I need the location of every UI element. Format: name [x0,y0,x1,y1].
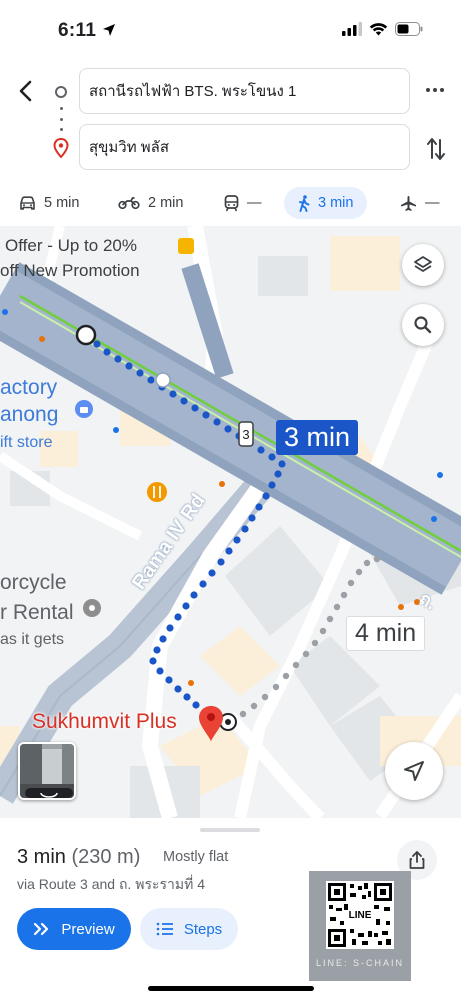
origin-field[interactable]: สถานีรถไฟฟ้า BTS. พระโขนง 1 [79,68,410,114]
walk-icon [299,194,310,212]
mode-transit-label: — [247,195,262,211]
map-label-as-it-gets: as it gets [0,631,65,648]
mode-drive-label: 5 min [44,195,80,211]
origin-dot-icon [55,86,67,98]
street-view-thumbnail[interactable] [18,742,76,800]
home-indicator[interactable] [148,986,314,991]
svg-text:LINE: LINE [349,910,372,921]
car-icon [20,195,35,210]
back-button[interactable] [12,76,38,106]
restaurant-icon[interactable] [147,482,167,502]
map-label-motorcycle[interactable]: orcycle [0,571,67,595]
mode-walk-label: 3 min [318,195,354,211]
route-connector-icon [59,107,63,131]
battery-icon [395,22,423,36]
route-time-callout[interactable]: 3 min [276,420,359,455]
sheet-drag-handle[interactable] [200,828,260,832]
map-view[interactable]: 3 Offer - Up to 20% off New Promotion ac… [0,226,461,818]
search-button[interactable] [402,304,444,346]
directions-header: สถานีรถไฟฟ้า BTS. พระโขนง 1 สุขุมวิท พลั… [0,60,461,180]
alternate-route-callout[interactable]: 4 min [346,616,426,651]
steps-label: Steps [183,920,223,938]
mode-flight-label: — [425,195,440,211]
navigation-arrow-icon [404,761,424,781]
location-arrow-icon [102,24,115,36]
mode-motorcycle[interactable]: 2 min [118,187,183,219]
status-icons [342,22,423,36]
preview-label: Preview [61,920,115,938]
route-summary-sheet: 3 min (230 m) Mostly flat via Route 3 an… [0,818,461,1000]
map-label-factory[interactable]: actory [0,376,57,400]
origin-marker[interactable] [75,324,97,346]
double-chevron-icon [34,922,49,936]
travel-modes: 5 min 2 min — 3 min — [0,184,461,224]
mode-motorcycle-label: 2 min [148,195,184,211]
search-icon [414,316,432,334]
my-location-button[interactable] [385,742,443,800]
cellular-signal-icon [342,22,362,36]
qr-caption: LINE: S-CHAIN [315,958,404,968]
mode-flight[interactable]: — [400,187,440,219]
layers-icon [414,256,432,272]
wifi-icon [369,23,388,36]
qr-code-image: LINE [326,881,394,949]
chevron-left-icon [19,80,32,102]
swap-arrows-icon [427,138,445,160]
route-shield-number: 3 [242,427,249,442]
status-bar: 6:11 [0,0,461,60]
status-time: 6:11 [58,20,116,42]
layers-button[interactable] [402,244,444,286]
map-label-gift-store: ift store [0,434,53,451]
bus-stop-icon[interactable] [155,372,171,388]
street-view-image [20,744,74,798]
route-summary-line: 3 min (230 m) [17,846,140,869]
map-label-rental[interactable]: r Rental [0,601,74,625]
swap-button[interactable] [426,136,446,167]
train-icon [224,194,239,211]
steps-button[interactable]: Steps [140,908,238,950]
route-description: Mostly flat [163,849,229,865]
share-icon [409,851,425,869]
route-via: via Route 3 and ถ. พระรามที่ 4 [17,876,205,892]
route-distance: (230 m) [71,846,141,868]
destination-field[interactable]: สุขุมวิท พลัส [79,124,410,170]
motorcycle-icon [118,197,140,210]
store-icon[interactable] [178,238,194,254]
plane-icon [401,195,416,211]
more-options-button[interactable] [426,88,444,92]
map-label-offer: Offer - Up to 20% [5,236,137,255]
map-label-promotion: off New Promotion [0,261,140,280]
mode-transit[interactable]: — [224,187,262,219]
mode-drive[interactable]: 5 min [19,187,79,219]
destination-label: Sukhumvit Plus [32,710,177,733]
preview-button[interactable]: Preview [17,908,131,950]
mode-walk[interactable]: 3 min [284,187,368,219]
list-icon [156,922,173,936]
destination-pin-icon [53,137,69,163]
map-label-ranong[interactable]: anong [0,403,58,427]
qr-code-watermark: LINE LINE: S-CHAIN [309,871,411,981]
route-duration: 3 min [17,846,66,868]
